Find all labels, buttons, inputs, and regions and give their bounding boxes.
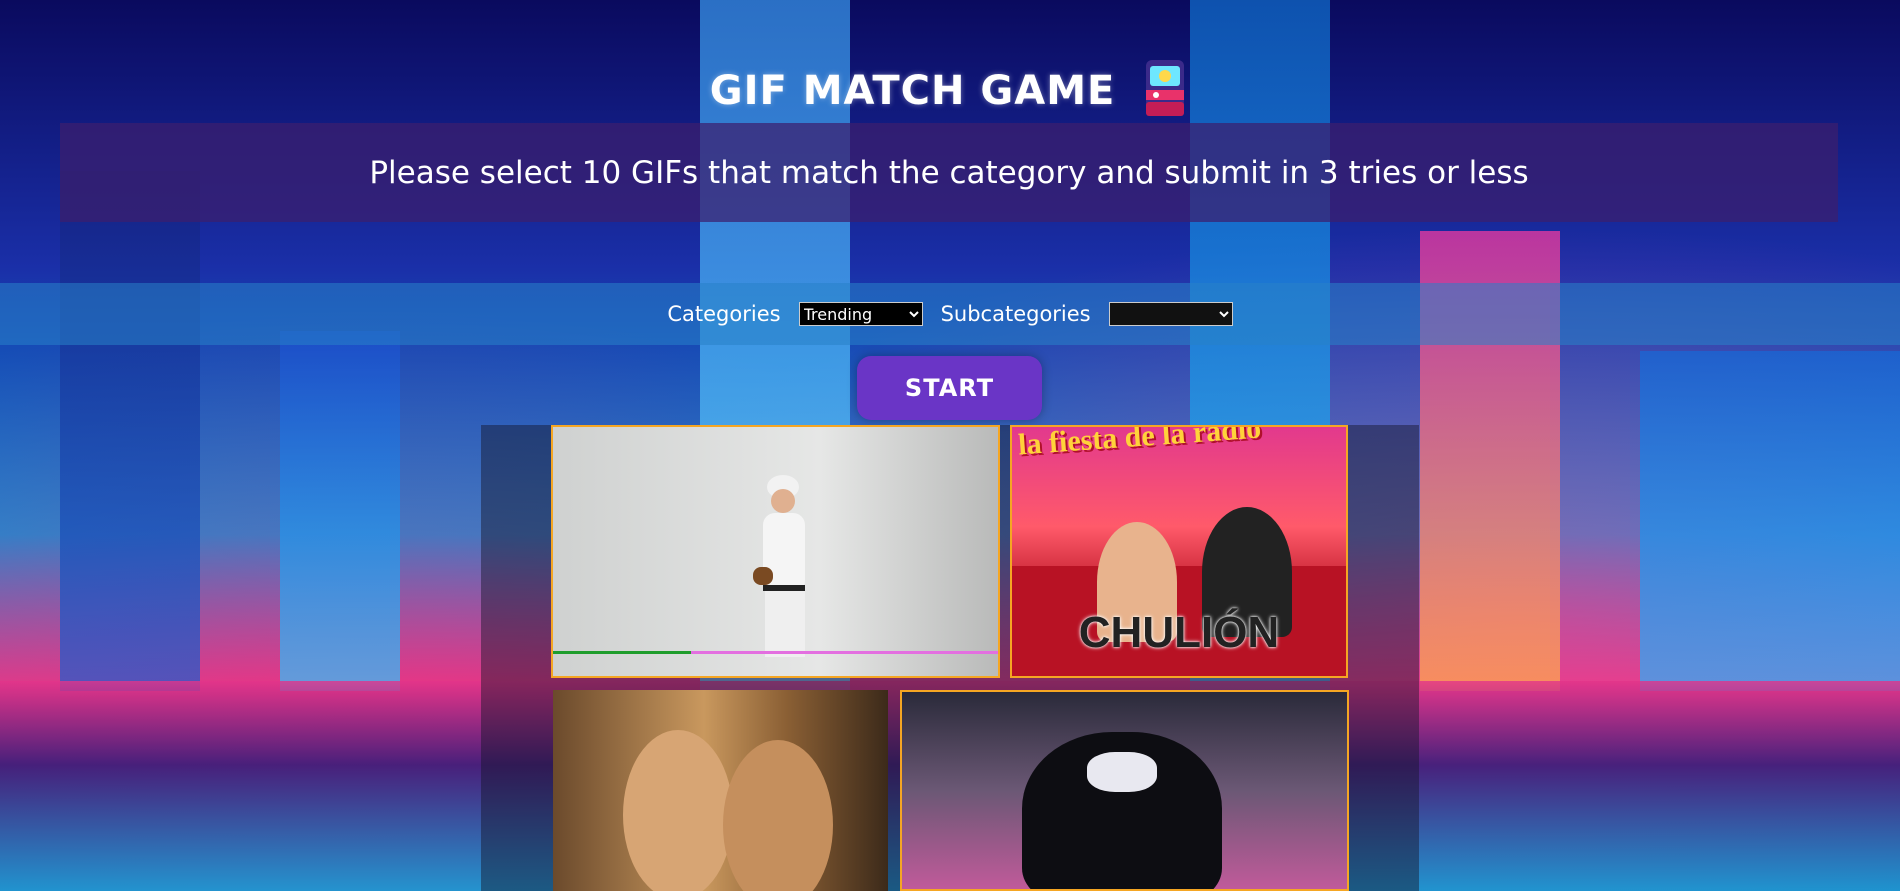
gif-image-kiss [623,730,733,891]
gif-progress-bar [553,651,998,654]
instruction-text: Please select 10 GIFs that match the cat… [369,154,1529,191]
categories-label: Categories [667,302,781,326]
gif-tile[interactable] [553,690,888,891]
gif-caption: CHULIÓN [1078,608,1280,657]
instruction-banner: Please select 10 GIFs that match the cat… [60,123,1838,222]
start-button[interactable]: START [857,356,1042,420]
page-title: GIF MATCH GAME [0,58,1900,128]
subcategories-select[interactable] [1108,302,1233,326]
gif-tile[interactable] [900,690,1349,891]
subcategories-label: Subcategories [940,302,1091,326]
page-title-text: GIF MATCH GAME [709,68,1116,114]
background-tower [280,331,400,691]
gif-progress-fill [553,651,691,654]
gif-image-kiss [723,740,833,891]
gif-tile[interactable] [551,425,1000,678]
gif-image-baseball-player [743,467,823,676]
category-controls: Categories Trending Subcategories [0,283,1900,345]
gif-image-venom-mark [1087,752,1157,792]
arcade-machine-icon [1140,58,1190,128]
background-tower [60,171,200,691]
background-tower [1640,351,1900,691]
gif-logo-text: la fiesta de la radio [1017,425,1263,462]
categories-select[interactable]: Trending [798,302,923,326]
gif-tile[interactable]: la fiesta de la radio CHULIÓN [1010,425,1348,678]
